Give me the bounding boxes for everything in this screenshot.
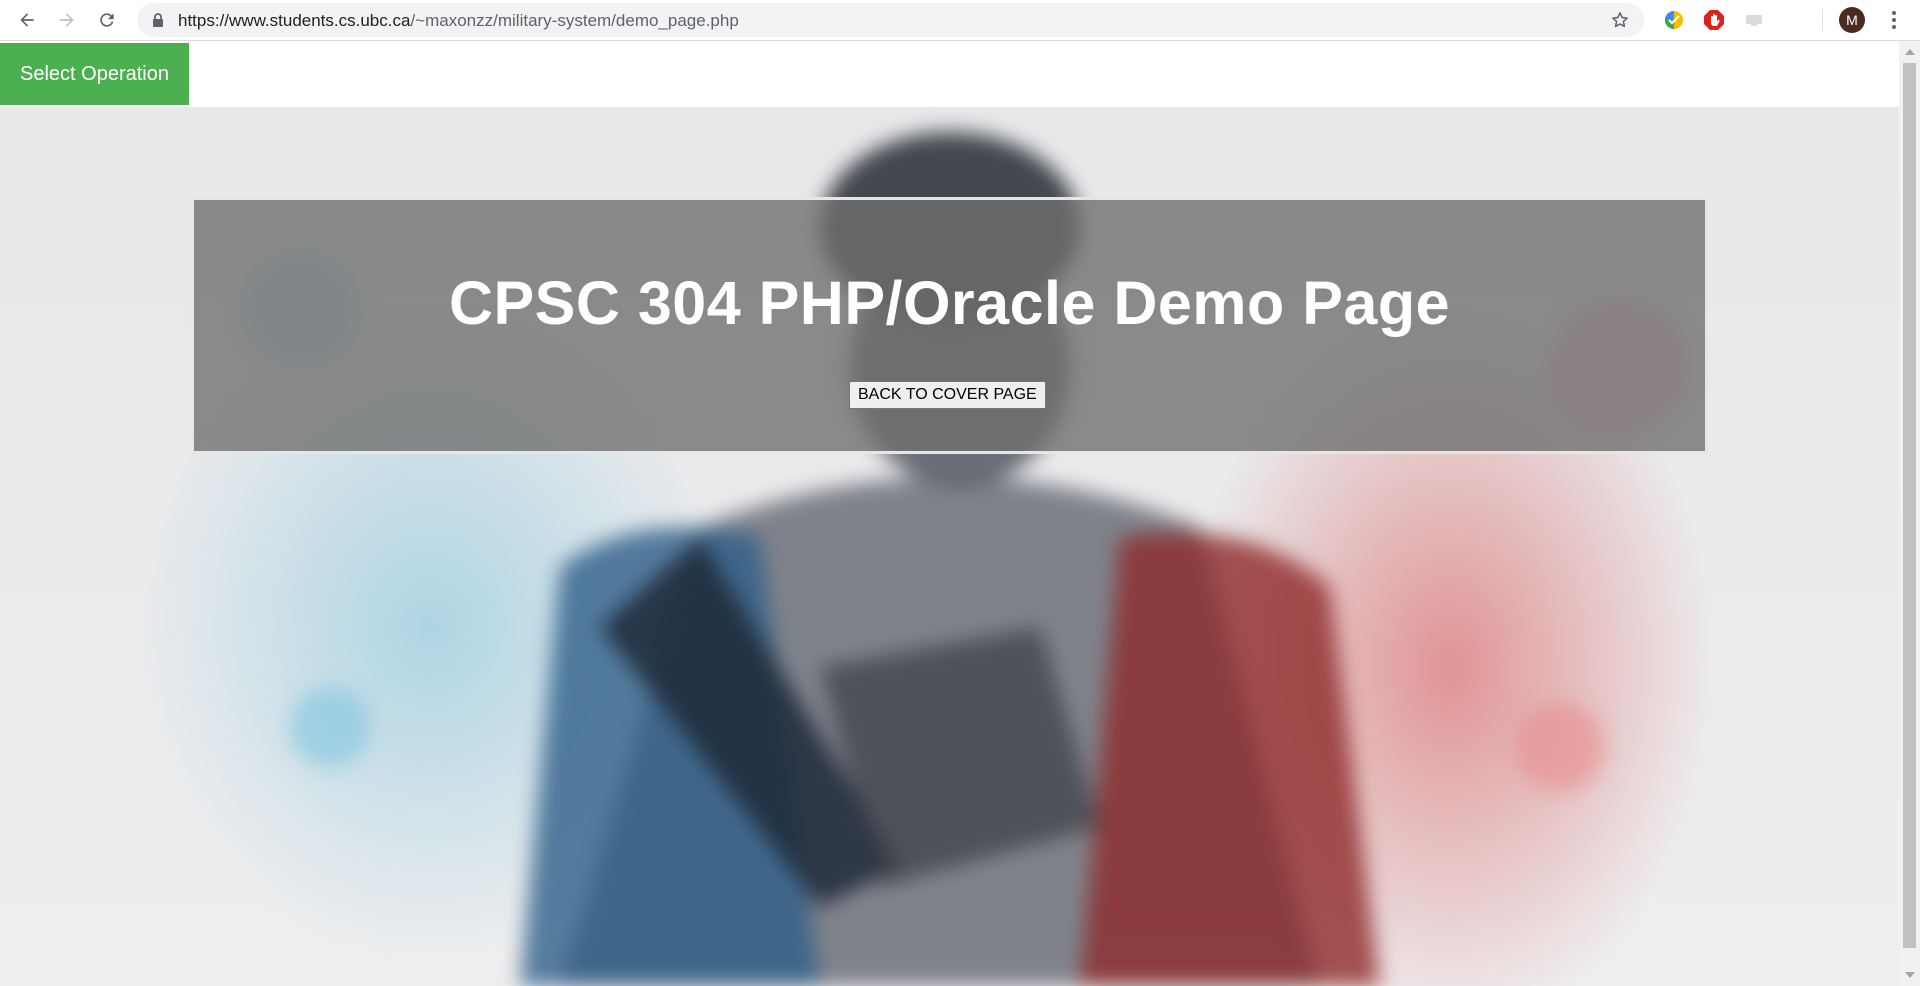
back-button[interactable] [11, 4, 43, 36]
scroll-up-arrow-icon[interactable] [1905, 49, 1915, 55]
lock-icon [153, 13, 163, 27]
back-arrow-icon [20, 13, 34, 27]
forward-arrow-icon [60, 13, 74, 27]
profile-avatar[interactable]: M [1839, 7, 1865, 33]
title-panel: CPSC 304 PHP/Oracle Demo Page BACK TO CO… [191, 197, 1708, 454]
browser-toolbar: https://www.students.cs.ubc.ca/~maxonzz/… [0, 0, 1920, 41]
toolbar-separator [1822, 9, 1823, 31]
back-to-cover-button[interactable]: BACK TO COVER PAGE [849, 381, 1046, 409]
adblock-extension-icon[interactable] [1703, 9, 1725, 31]
page-viewport: Select Operation CPSC 304 PHP/Oracle Dem… [0, 41, 1899, 986]
scroll-thumb[interactable] [1903, 63, 1916, 948]
bookmark-star-icon[interactable] [1610, 10, 1630, 30]
reload-button[interactable] [91, 4, 123, 36]
scroll-down-arrow-icon[interactable] [1905, 972, 1915, 978]
reload-icon [100, 13, 114, 27]
select-operation-button[interactable]: Select Operation [0, 43, 189, 105]
cast-extension-icon[interactable] [1743, 9, 1765, 31]
menu-kebab-icon[interactable] [1882, 8, 1906, 32]
forward-button[interactable] [51, 4, 83, 36]
address-bar[interactable]: https://www.students.cs.ubc.ca/~maxonzz/… [137, 3, 1644, 37]
extension-icon[interactable] [1663, 9, 1685, 31]
vertical-scrollbar[interactable] [1899, 41, 1920, 986]
url-text: https://www.students.cs.ubc.ca/~maxonzz/… [178, 11, 739, 30]
page-title: CPSC 304 PHP/Oracle Demo Page [448, 269, 1451, 337]
